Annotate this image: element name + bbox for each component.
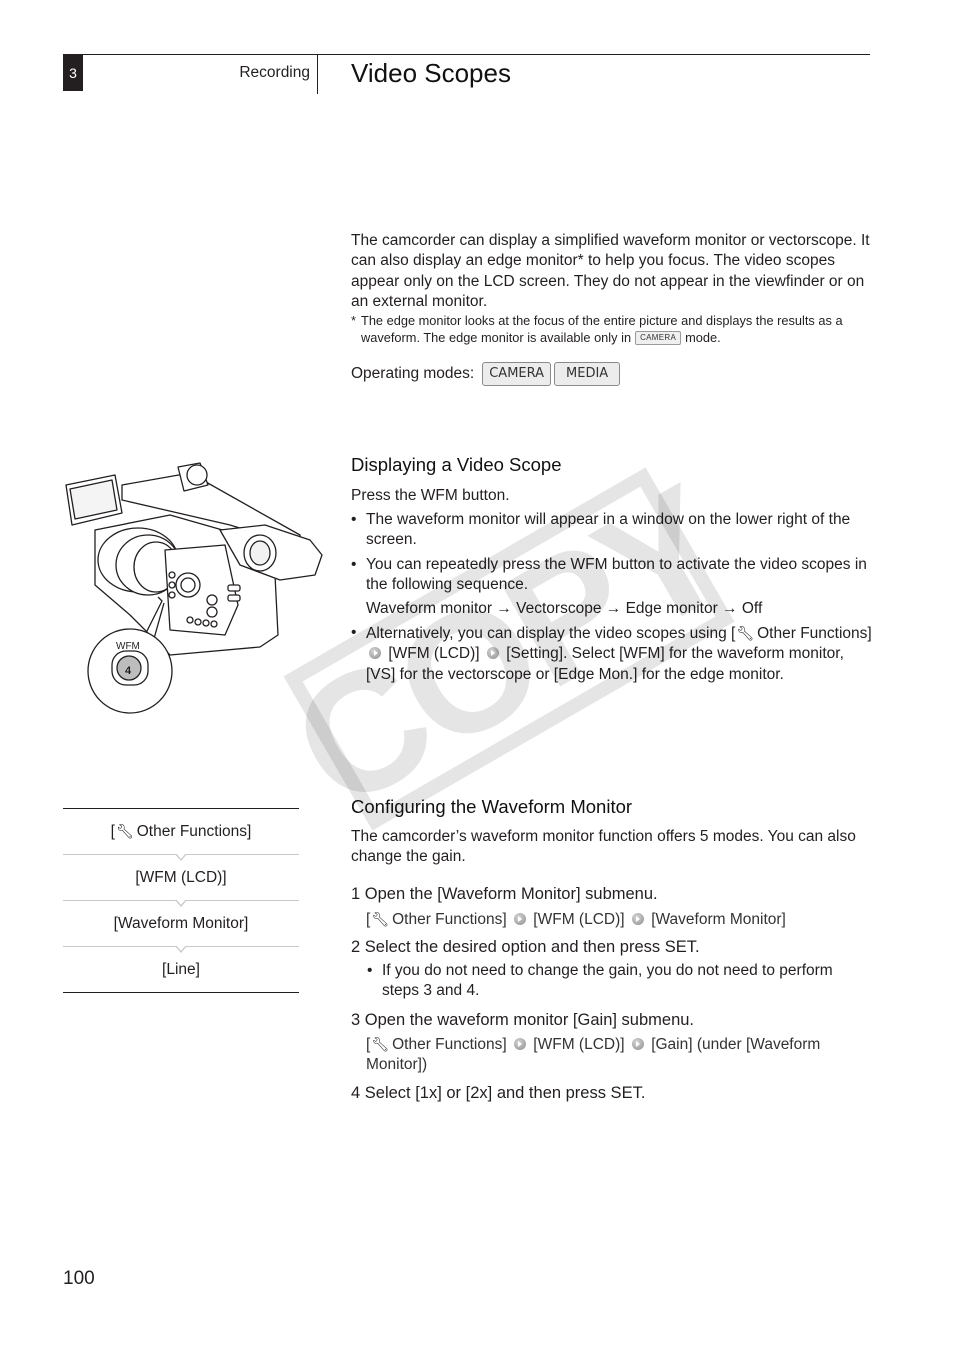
footnote-marker: * [351,313,356,328]
footnote-text-end: mode. [685,329,721,345]
intro-paragraph: The camcorder can display a simplified w… [351,232,870,311]
path-part: [WFM (LCD)] [533,911,625,928]
path-part: [WFM (LCD)] [533,1036,625,1053]
menu-path-bottom-rule [63,992,299,993]
page-title: Video Scopes [351,58,511,88]
operating-modes-label: Operating modes: [351,365,475,382]
menu-arrow-icon [513,913,526,925]
menu-arrow-icon [631,913,644,925]
list-item-text: The waveform monitor will appear in a wi… [366,511,851,549]
path-part: [Waveform Monitor] [651,911,786,928]
header-rule [63,54,870,55]
camera-mode-icon: CAMERA [635,331,682,346]
menu-path-item-other-functions: [🔧︎ Other Functions] [63,809,299,854]
menu-arrow-icon [369,647,381,660]
menu-arrow-icon [513,1038,526,1050]
step-1-menu-path: [🔧︎ Other Functions] [WFM (LCD)] [Wavefor… [366,909,876,930]
list-item: • Alternatively, you can display the vid… [351,623,876,685]
path-part: Other Functions] [392,911,507,928]
menu-path-item-line: [Line] [162,960,200,978]
list-item: • You can repeatedly press the WFM butto… [351,555,876,596]
bullet-icon: • [351,511,357,528]
text-part: Other Functions] [757,625,872,642]
header-divider [317,55,318,94]
wrench-icon: 🔧︎ [371,1036,390,1052]
mode-badge-media: MEDIA [554,362,621,386]
wfm-button-label: WFM [116,641,140,652]
text-part: [WFM (LCD)] [388,645,480,663]
list-item-text: Alternatively, you can display the video… [351,623,876,685]
step-4: 4 Select [1x] or [2x] and then press SET… [351,1084,646,1102]
scope-sequence: Waveform monitor → Vectorscope → Edge mo… [366,600,763,617]
list-item-text: If you do not need to change the gain, y… [382,962,833,1000]
section-heading-config: Configuring the Waveform Monitor [351,796,633,817]
list-item: • The waveform monitor will appear in a … [351,510,876,551]
instruction: Press the WFM button. [351,487,510,504]
menu-arrow-icon [631,1038,644,1050]
mode-badge-camera: CAMERA [482,362,552,386]
step-2: 2 Select the desired option and then pre… [351,938,700,956]
wrench-icon: 🔧︎ [115,823,134,839]
wrench-icon: 🔧︎ [371,911,390,927]
menu-path-item-wfm-lcd: [WFM (LCD)] [135,868,227,886]
step-3-menu-path: [🔧︎ Other Functions] [WFM (LCD)] [Gain] (… [366,1034,846,1076]
menu-path-label: Other Functions] [136,822,252,840]
wfm-button-number: 4 [125,665,132,677]
section-heading-display: Displaying a Video Scope [351,454,562,475]
bullet-icon: • [351,556,357,573]
text-part: Alternatively, you can display the video… [366,625,736,642]
step-1: 1 Open the [Waveform Monitor] submenu. [351,885,658,903]
bracket: [ [366,911,371,928]
footnote-text: The edge monitor looks at the focus of t… [351,313,876,346]
list-item: • If you do not need to change the gain,… [367,961,867,1002]
menu-path-item-waveform-monitor: [Waveform Monitor] [113,914,249,932]
list-item-text: You can repeatedly press the WFM button … [366,556,867,594]
bracket: [ [366,1036,371,1053]
footnote: * The edge monitor looks at the focus of… [351,313,876,346]
bullet-icon: • [351,624,357,641]
wrench-icon: 🔧︎ [736,625,755,641]
bullet-icon: • [367,962,373,979]
page-number: 100 [63,1268,95,1289]
bracket: [ [110,822,115,840]
path-part: Other Functions] [392,1036,507,1053]
config-intro: The camcorder’s waveform monitor functio… [351,828,856,866]
menu-arrow-icon [486,647,499,660]
footnote-text-part: The edge monitor looks at the focus of t… [361,313,843,345]
camcorder-illustration [65,462,323,714]
section-label: Recording [239,64,310,81]
step-3: 3 Open the waveform monitor [Gain] subme… [351,1011,695,1029]
chapter-tab: 3 [63,55,83,91]
menu-path-box: [🔧︎ Other Functions] [WFM (LCD)] [Wavefor… [63,808,299,993]
operating-modes: Operating modes: CAMERA MEDIA [351,362,621,386]
